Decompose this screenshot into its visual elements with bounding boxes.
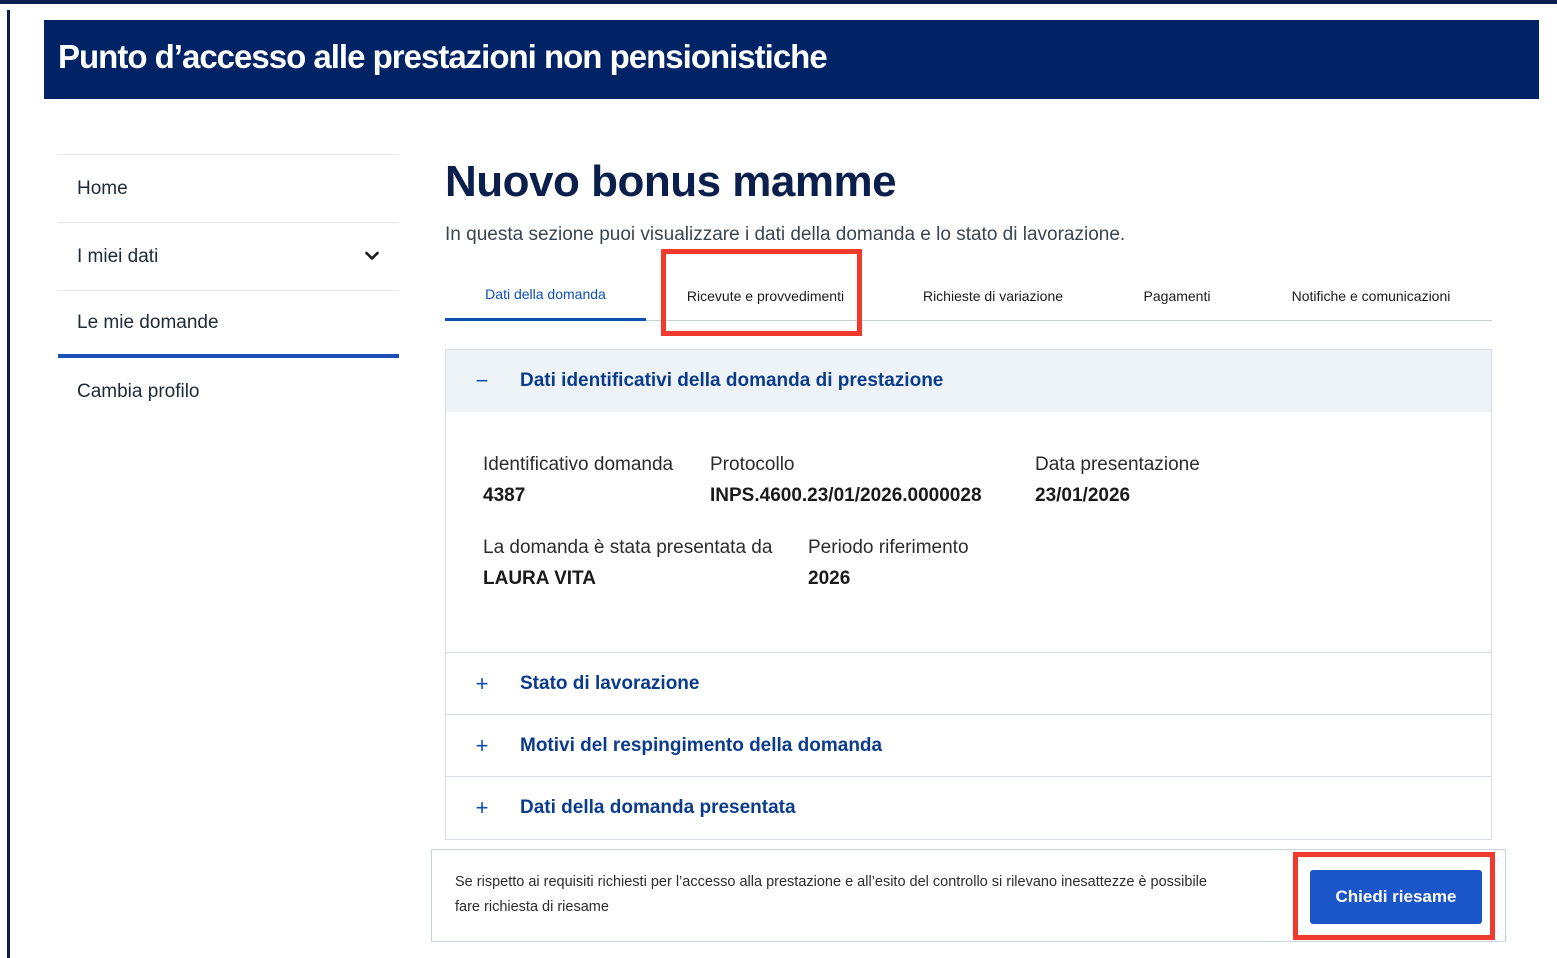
accordion-header-dati-identificativi[interactable]: − Dati identificativi della domanda di p… (446, 350, 1491, 412)
field-label: Periodo riferimento (808, 537, 969, 558)
window-top-border (0, 0, 1557, 13)
sidebar-item-label: Home (77, 177, 128, 199)
window-left-border (7, 10, 10, 958)
accordion-title: Dati della domanda presentata (520, 797, 796, 818)
sidebar-nav: Home I miei dati Le mie domande Cambia p… (58, 154, 399, 426)
accordion-body-dati-identificativi: Identificativo domanda 4387 Protocollo I… (446, 412, 1491, 653)
field-label: Identificativo domanda (483, 454, 674, 475)
accordion-title: Stato di lavorazione (520, 672, 700, 694)
chevron-down-icon[interactable] (365, 249, 379, 263)
field-value: LAURA VITA (483, 568, 596, 589)
tab-richieste-variazione[interactable]: Richieste di variazione (895, 270, 1091, 321)
page-title: Nuovo bonus mamme (445, 157, 897, 206)
field-presentata-da: La domanda è stata presentata da LAURA V… (483, 537, 772, 590)
page-subtitle: In questa sezione puoi visualizzare i da… (445, 224, 1126, 245)
sidebar-item-label: Cambia profilo (77, 381, 200, 402)
plus-icon: + (475, 732, 489, 758)
minus-icon: − (475, 368, 489, 393)
accordion-title: Motivi del respingimento della domanda (520, 734, 883, 756)
field-label: Protocollo (710, 454, 795, 475)
tab-pagamenti[interactable]: Pagamenti (1125, 270, 1229, 321)
field-value: 23/01/2026 (1035, 485, 1131, 506)
accordion-header-stato-lavorazione[interactable]: + Stato di lavorazione (446, 653, 1491, 715)
field-value: 2026 (808, 568, 851, 589)
sidebar-item-label: I miei dati (77, 245, 159, 267)
field-identificativo: Identificativo domanda 4387 (483, 454, 673, 507)
field-value: 4387 (483, 485, 526, 506)
sidebar-item-cambia-profilo[interactable]: Cambia profilo (58, 358, 399, 426)
field-periodo-riferimento: Periodo riferimento 2026 (808, 537, 969, 590)
notice-text: Se rispetto ai requisiti richiesti per l… (455, 874, 1207, 915)
field-data-presentazione: Data presentazione 23/01/2026 (1035, 454, 1200, 507)
tab-ricevute-provvedimenti[interactable]: Ricevute e provvedimenti (670, 270, 861, 321)
sidebar-item-label: Le mie domande (77, 311, 219, 333)
sidebar-item-miei-dati[interactable]: I miei dati (58, 222, 399, 290)
field-protocollo: Protocollo INPS.4600.23/01/2026.0000028 (710, 454, 982, 507)
accordion-header-dati-domanda-presentata[interactable]: + Dati della domanda presentata (446, 777, 1491, 839)
riesame-notice: Se rispetto ai requisiti richiesti per l… (431, 849, 1506, 942)
plus-icon: + (475, 670, 489, 696)
accordion-header-motivi-respingimento[interactable]: + Motivi del respingimento della domanda (446, 715, 1491, 777)
tab-dati-domanda[interactable]: Dati della domanda (445, 270, 646, 321)
field-value: INPS.4600.23/01/2026.0000028 (710, 485, 982, 506)
sidebar-item-mie-domande[interactable]: Le mie domande (58, 290, 399, 358)
sidebar-item-home[interactable]: Home (58, 154, 399, 222)
field-label: Data presentazione (1035, 454, 1200, 475)
field-label: La domanda è stata presentata da (483, 537, 773, 558)
tab-notifiche-comunicazioni[interactable]: Notifiche e comunicazioni (1265, 270, 1477, 321)
site-title: Punto d’accesso alle prestazioni non pen… (58, 38, 828, 75)
chiedi-riesame-button[interactable]: Chiedi riesame (1310, 870, 1482, 924)
accordion-title: Dati identificativi della domanda di pre… (520, 370, 944, 391)
accordion: − Dati identificativi della domanda di p… (445, 349, 1492, 840)
tab-bar: Dati della domanda Ricevute e provvedime… (445, 270, 1492, 321)
site-header: Punto d’accesso alle prestazioni non pen… (44, 20, 1539, 99)
plus-icon: + (475, 795, 489, 820)
